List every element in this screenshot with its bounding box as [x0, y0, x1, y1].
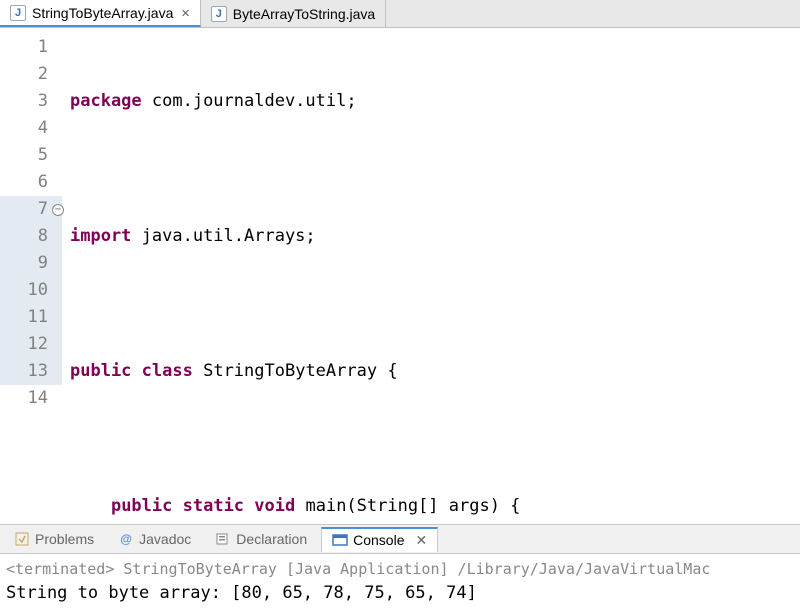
- console-icon: [332, 532, 348, 548]
- line-number: 3: [0, 88, 62, 115]
- line-number: 14: [0, 385, 62, 412]
- line-number: 13: [0, 358, 62, 385]
- code-line: package com.journaldev.util;: [62, 88, 800, 115]
- tab-label: Javadoc: [139, 531, 191, 547]
- tab-inactive-file[interactable]: J ByteArrayToString.java: [201, 0, 386, 27]
- code-line: import java.util.Arrays;: [62, 223, 800, 250]
- tab-label: Problems: [35, 531, 94, 547]
- bottom-view-tabs: Problems @ Javadoc Declaration Console ✕: [0, 524, 800, 554]
- tab-declaration[interactable]: Declaration: [205, 528, 317, 550]
- line-number-gutter: 1 2 3 4 5 6 7− 8 9 10 11 12 13 14 15: [0, 28, 62, 524]
- editor-tab-bar: J StringToByteArray.java ✕ J ByteArrayTo…: [0, 0, 800, 28]
- code-editor[interactable]: 1 2 3 4 5 6 7− 8 9 10 11 12 13 14 15 pac…: [0, 28, 800, 524]
- close-icon[interactable]: ✕: [181, 5, 189, 21]
- line-number: 4: [0, 115, 62, 142]
- line-number: 7−: [0, 196, 62, 223]
- tab-problems[interactable]: Problems: [4, 528, 104, 550]
- line-number: 5: [0, 142, 62, 169]
- line-number: 6: [0, 169, 62, 196]
- line-number: 10: [0, 277, 62, 304]
- tab-label: StringToByteArray.java: [32, 5, 173, 21]
- line-number: 1: [0, 34, 62, 61]
- code-content[interactable]: package com.journaldev.util; import java…: [62, 28, 800, 524]
- code-line: public static void main(String[] args) {: [62, 493, 800, 520]
- line-number: 12: [0, 331, 62, 358]
- line-number: 9: [0, 250, 62, 277]
- tab-javadoc[interactable]: @ Javadoc: [108, 528, 201, 550]
- problems-icon: [14, 531, 30, 547]
- tab-active-file[interactable]: J StringToByteArray.java ✕: [0, 0, 201, 27]
- javadoc-icon: @: [118, 531, 134, 547]
- declaration-icon: [215, 531, 231, 547]
- line-number: 2: [0, 61, 62, 88]
- tab-console[interactable]: Console ✕: [321, 527, 438, 552]
- console-output: String to byte array: [80, 65, 78, 75, 6…: [6, 580, 794, 604]
- fold-collapse-icon[interactable]: −: [52, 204, 64, 216]
- tab-label: Console: [353, 532, 404, 548]
- line-number: 8: [0, 223, 62, 250]
- java-file-icon: J: [211, 6, 227, 22]
- tab-label: ByteArrayToString.java: [233, 6, 375, 22]
- close-icon[interactable]: ✕: [416, 532, 428, 549]
- line-number: 11: [0, 304, 62, 331]
- java-file-icon: J: [10, 5, 26, 21]
- tab-label: Declaration: [236, 531, 307, 547]
- console-process-title: <terminated> StringToByteArray [Java App…: [6, 558, 794, 580]
- code-line: public class StringToByteArray {: [62, 358, 800, 385]
- console-view: <terminated> StringToByteArray [Java App…: [0, 554, 800, 608]
